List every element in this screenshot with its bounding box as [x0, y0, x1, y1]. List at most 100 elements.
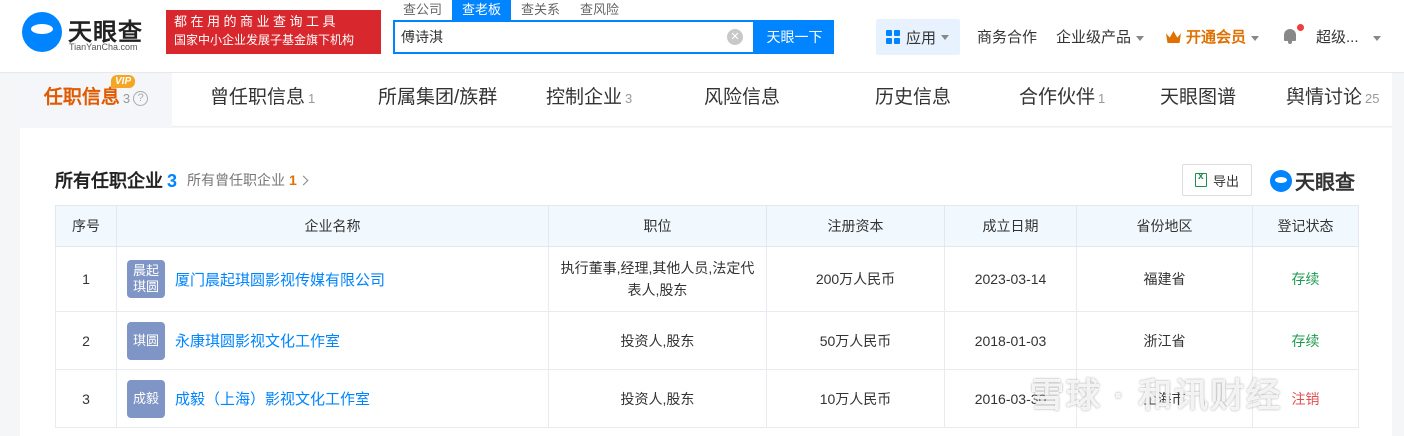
chevron-right-icon: [298, 175, 309, 186]
user-name: 超级...: [1316, 29, 1359, 46]
company-logo[interactable]: 琪圆: [127, 321, 165, 360]
chevron-down-icon: [1136, 35, 1145, 41]
company-logo[interactable]: 晨起琪圆: [127, 260, 165, 298]
tab-count: 1: [308, 91, 316, 106]
tab-label: 所属集团/族群: [378, 87, 498, 108]
tab-label: 舆情讨论: [1286, 87, 1363, 108]
clear-icon[interactable]: ✕: [727, 29, 743, 45]
eye-logo-icon: [22, 12, 62, 52]
chevron-down-icon: [1372, 35, 1381, 41]
brand-watermark-logo: 天眼查: [1270, 166, 1355, 195]
help-icon[interactable]: ?: [133, 91, 149, 106]
company-cell: 成毅 成毅（上海）影视文化工作室: [116, 369, 549, 428]
tab-discussion[interactable]: 舆情讨论 25: [1286, 73, 1379, 127]
apps-menu-button[interactable]: 应用: [876, 19, 960, 55]
tab-partners[interactable]: 合作伙伴 1: [1019, 73, 1105, 127]
slogan-banner: 都在用的商业查询工具 国家中小企业发展子基金旗下机构: [166, 10, 381, 54]
nav-enterprise-label: 企业级产品: [1056, 29, 1132, 46]
row-index: 3: [55, 369, 117, 428]
excel-icon: [1194, 171, 1207, 187]
capital-cell: 200万人民币: [766, 246, 945, 312]
tab-count: 1: [1098, 91, 1106, 106]
bell-icon[interactable]: [1282, 27, 1298, 44]
status-cell: 存续: [1252, 311, 1359, 370]
user-menu[interactable]: 超级...: [1316, 26, 1381, 47]
search-tab-risk[interactable]: 查风险: [570, 0, 629, 20]
logo-domain: TianYanCha.com: [69, 42, 138, 52]
search-type-tabs: 查公司 查老板 查关系 查风险: [393, 0, 629, 20]
past-positions-link[interactable]: 所有曾任职企业 1: [187, 170, 309, 190]
tab-count: 3: [625, 91, 633, 106]
tab-past-positions[interactable]: 曾任职信息 1: [210, 73, 315, 127]
date-cell: 2023-03-14: [944, 246, 1077, 312]
table-header-row: 序号 企业名称 职位 注册资本 成立日期 省份地区 登记状态: [55, 205, 1359, 247]
chevron-down-icon: [1251, 35, 1260, 41]
search-box: ✕: [393, 20, 755, 54]
chevron-down-icon: [941, 34, 950, 40]
site-logo[interactable]: 天眼查 TianYanCha.com: [22, 10, 162, 56]
position-cell: 投资人,股东: [548, 311, 767, 370]
company-cell: 晨起琪圆 厦门晨起琪圆影视传媒有限公司: [116, 246, 549, 312]
nav-business-cooperation[interactable]: 商务合作: [977, 26, 1037, 47]
region-cell: 福建省: [1076, 246, 1253, 312]
tab-current-positions[interactable]: 任职信息 3? VIP: [20, 73, 172, 127]
section-title: 所有任职企业 3: [55, 167, 177, 193]
vip-badge: VIP: [111, 75, 136, 88]
capital-cell: 10万人民币: [766, 369, 945, 428]
vip-label: 开通会员: [1186, 29, 1247, 46]
export-label: 导出: [1212, 173, 1239, 189]
past-positions-count: 1: [289, 172, 297, 188]
search-tab-company[interactable]: 查公司: [393, 0, 452, 20]
tab-graph[interactable]: 天眼图谱: [1160, 73, 1239, 127]
image-watermark: 雪球 · 和讯财经: [1030, 377, 1283, 415]
nav-enterprise-products[interactable]: 企业级产品: [1056, 26, 1145, 47]
col-header-capital: 注册资本: [766, 205, 945, 247]
col-header-position: 职位: [548, 205, 767, 247]
position-cell: 投资人,股东: [548, 369, 767, 428]
top-header: 天眼查 TianYanCha.com 都在用的商业查询工具 国家中小企业发展子基…: [0, 0, 1404, 73]
tab-controlled-companies[interactable]: 控制企业 3: [546, 73, 632, 127]
section-count: 3: [167, 171, 178, 191]
col-header-date: 成立日期: [944, 205, 1077, 247]
tab-count: 25: [1365, 91, 1380, 106]
notification-dot: [1297, 24, 1304, 31]
nav-open-vip[interactable]: 开通会员: [1166, 26, 1260, 47]
tab-count: 3: [122, 91, 131, 106]
profile-tabs: 任职信息 3? VIP 曾任职信息 1 所属集团/族群 控制企业 3 风险信息 历史信…: [20, 73, 1392, 127]
status-cell: 存续: [1252, 246, 1359, 312]
apps-grid-icon: [886, 30, 900, 44]
col-header-status: 登记状态: [1252, 205, 1359, 247]
company-logo[interactable]: 成毅: [127, 379, 165, 418]
col-header-company: 企业名称: [116, 205, 549, 247]
search-button[interactable]: 天眼一下: [755, 20, 834, 54]
tab-label: 控制企业: [546, 87, 623, 108]
apps-label: 应用: [906, 29, 937, 47]
export-button[interactable]: 导出: [1182, 164, 1252, 196]
tab-label: 风险信息: [704, 87, 781, 108]
search-input[interactable]: [401, 22, 721, 52]
tab-risk-info[interactable]: 风险信息: [704, 73, 783, 127]
company-link[interactable]: 永康琪圆影视文化工作室: [175, 330, 340, 351]
search-tab-relation[interactable]: 查关系: [511, 0, 570, 20]
company-link[interactable]: 厦门晨起琪圆影视传媒有限公司: [175, 269, 385, 290]
brand-text: 天眼查: [1295, 172, 1355, 194]
tab-history[interactable]: 历史信息: [875, 73, 954, 127]
eye-logo-icon: [1270, 169, 1292, 192]
section-title-text: 所有任职企业: [55, 171, 163, 191]
search-tab-boss[interactable]: 查老板: [452, 0, 512, 20]
row-index: 1: [55, 246, 117, 312]
slogan-line-2: 国家中小企业发展子基金旗下机构: [174, 33, 355, 47]
tab-label: 任职信息: [43, 87, 120, 108]
tab-label: 合作伙伴: [1019, 87, 1096, 108]
table-row: 2 琪圆 永康琪圆影视文化工作室 投资人,股东 50万人民币 2018-01-0…: [55, 311, 1359, 370]
row-index: 2: [55, 311, 117, 370]
col-header-region: 省份地区: [1076, 205, 1253, 247]
slogan-line-1: 都在用的商业查询工具: [174, 14, 340, 29]
col-header-index: 序号: [55, 205, 117, 247]
position-cell: 执行董事,经理,其他人员,法定代表人,股东: [548, 246, 767, 312]
company-link[interactable]: 成毅（上海）影视文化工作室: [175, 388, 370, 409]
tab-label: 天眼图谱: [1160, 87, 1237, 108]
tab-group[interactable]: 所属集团/族群: [378, 73, 500, 127]
tab-label: 历史信息: [875, 87, 952, 108]
capital-cell: 50万人民币: [766, 311, 945, 370]
